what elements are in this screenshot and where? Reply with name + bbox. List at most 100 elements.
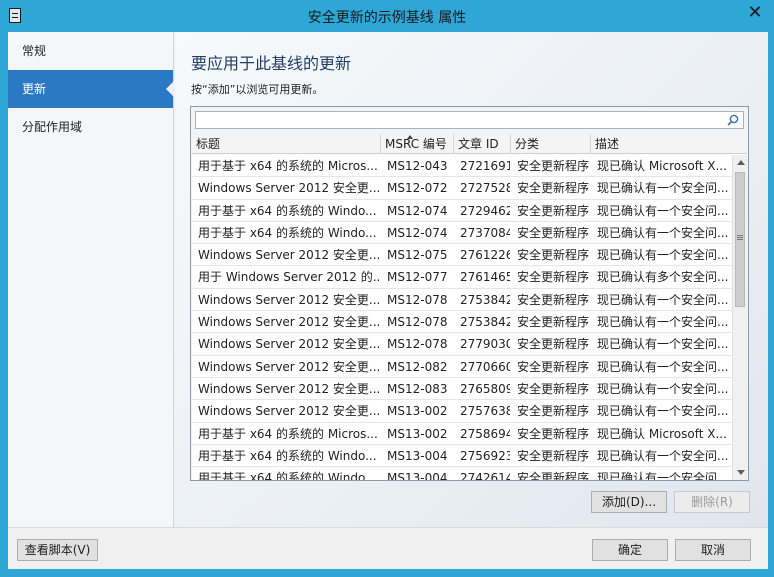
window-title: 安全更新的示例基线 属性 bbox=[307, 10, 467, 26]
cell-title: 用于基于 x64 的系统的 Windo... bbox=[198, 203, 377, 218]
cell-classification: 安全更新程序 bbox=[517, 315, 590, 330]
cell-article-id: 2761465 bbox=[460, 270, 510, 285]
cell-msrc: MS12-078 bbox=[387, 337, 448, 352]
cell-title: Windows Server 2012 安全更... bbox=[198, 248, 380, 263]
cell-title: Windows Server 2012 安全更... bbox=[198, 181, 380, 196]
cell-title: 用于基于 x64 的系统的 Windo... bbox=[198, 471, 377, 480]
cell-description: 现已确认有一个安全问... bbox=[597, 337, 729, 352]
cell-description: 现已确认有一个安全问... bbox=[597, 292, 729, 307]
cell-msrc: MS12-078 bbox=[387, 315, 448, 330]
cell-article-id: 2729462 bbox=[460, 203, 510, 218]
cell-title: Windows Server 2012 安全更... bbox=[198, 404, 380, 419]
cell-msrc: MS12-082 bbox=[387, 359, 448, 374]
table-row[interactable]: Windows Server 2012 安全更... MS13-002 275763… bbox=[192, 400, 732, 423]
updates-table: 标题 MSRC 编号 文章 ID 分类 描述 用于基于 x64 的系统的 Mic… bbox=[192, 134, 747, 480]
cell-article-id: 2753842 bbox=[460, 315, 510, 330]
cell-title: 用于基于 x64 的系统的 Windo... bbox=[198, 448, 377, 463]
cell-article-id: 2765809 bbox=[460, 381, 510, 396]
cell-article-id: 2721691 bbox=[460, 159, 510, 173]
column-header-description[interactable]: 描述 bbox=[591, 134, 747, 154]
cell-article-id: 2753842 bbox=[460, 292, 510, 307]
sidebar-item-scope[interactable]: 分配作用域 bbox=[8, 108, 173, 146]
table-row[interactable]: Windows Server 2012 安全更... MS12-078 277903… bbox=[192, 333, 732, 356]
cell-classification: 安全更新程序 bbox=[517, 471, 590, 480]
cancel-button[interactable]: 取消 bbox=[675, 539, 751, 561]
cell-msrc: MS12-074 bbox=[387, 203, 448, 218]
cell-msrc: MS12-077 bbox=[387, 270, 448, 285]
column-header-msrc[interactable]: MSRC 编号 bbox=[381, 134, 454, 154]
cell-description: 现已确认有一个安全问... bbox=[597, 359, 729, 374]
remove-button[interactable]: 删除(R) bbox=[674, 491, 750, 513]
table-row[interactable]: Windows Server 2012 安全更... MS12-078 275384… bbox=[192, 311, 732, 334]
cell-description: 现已确认有多个安全问... bbox=[597, 270, 729, 285]
search-icon[interactable] bbox=[726, 113, 740, 127]
cell-classification: 安全更新程序 bbox=[517, 292, 590, 307]
table-row[interactable]: 用于基于 x64 的系统的 Windo... MS12-074 2737084 安全更… bbox=[192, 222, 732, 245]
cell-classification: 安全更新程序 bbox=[517, 426, 590, 441]
table-row[interactable]: Windows Server 2012 安全更... MS12-083 276580… bbox=[192, 378, 732, 401]
table-row[interactable]: Windows Server 2012 安全更... MS12-082 277066… bbox=[192, 356, 732, 378]
close-button[interactable]: ✕ bbox=[736, 0, 774, 26]
cell-article-id: 2770660 bbox=[460, 359, 510, 374]
column-header-article-id[interactable]: 文章 ID bbox=[454, 134, 511, 154]
cell-classification: 安全更新程序 bbox=[517, 404, 590, 419]
cell-classification: 安全更新程序 bbox=[517, 337, 590, 352]
dialog-footer: 查看脚本(V) 确定 取消 bbox=[8, 527, 768, 569]
updates-panel: 标题 MSRC 编号 文章 ID 分类 描述 用于基于 x64 的系统的 Mic… bbox=[190, 106, 749, 481]
table-row[interactable]: 用于基于 x64 的系统的 Micros... MS12-043 2721691 安全… bbox=[192, 155, 732, 178]
view-script-button[interactable]: 查看脚本(V) bbox=[17, 539, 98, 561]
table-header: 标题 MSRC 编号 文章 ID 分类 描述 bbox=[192, 134, 747, 154]
table-row[interactable]: 用于基于 x64 的系统的 Windo... MS12-074 2729462 安全更… bbox=[192, 200, 732, 222]
ok-button[interactable]: 确定 bbox=[592, 539, 668, 561]
scroll-down-arrow-icon[interactable] bbox=[737, 470, 745, 475]
title-bar[interactable]: 安全更新的示例基线 属性 ✕ bbox=[0, 0, 774, 32]
cell-article-id: 2737084 bbox=[460, 225, 510, 240]
cell-title: 用于基于 x64 的系统的 Micros... bbox=[198, 159, 378, 173]
dialog-client: 常规 更新 分配作用域 要应用于此基线的更新 按“添加”以浏览可用更新。 标题 … bbox=[8, 32, 768, 569]
sidebar-item-label: 更新 bbox=[22, 82, 47, 96]
cell-article-id: 2758694 bbox=[460, 426, 510, 441]
search-input[interactable] bbox=[195, 111, 744, 129]
table-row[interactable]: 用于 Windows Server 2012 的... MS12-077 27614… bbox=[192, 266, 732, 289]
dialog-frame: 安全更新的示例基线 属性 ✕ 常规 更新 分配作用域 要应用于此基线的更新 按“… bbox=[0, 0, 774, 577]
cell-title: Windows Server 2012 安全更... bbox=[198, 292, 380, 307]
column-header-label: MSRC 编号 bbox=[385, 137, 447, 151]
vertical-scrollbar[interactable] bbox=[732, 155, 747, 480]
scroll-up-arrow-icon[interactable] bbox=[737, 160, 745, 165]
cell-classification: 安全更新程序 bbox=[517, 359, 590, 374]
cell-description: 现已确认有一个安全问... bbox=[597, 381, 729, 396]
cell-article-id: 2756923 bbox=[460, 448, 510, 463]
cell-article-id: 2779030 bbox=[460, 337, 510, 352]
column-header-classification[interactable]: 分类 bbox=[511, 134, 591, 154]
cell-title: Windows Server 2012 安全更... bbox=[198, 359, 380, 374]
add-button[interactable]: 添加(D)... bbox=[591, 491, 667, 513]
sort-ascending-icon bbox=[407, 135, 413, 139]
cell-description: 现已确认有一个安全问... bbox=[597, 404, 729, 419]
cell-description: 现已确认有一个安全问... bbox=[597, 225, 729, 240]
cell-msrc: MS13-002 bbox=[387, 404, 448, 419]
cell-classification: 安全更新程序 bbox=[517, 159, 590, 173]
cell-description: 现已确认有一个安全问... bbox=[597, 448, 729, 463]
cell-title: Windows Server 2012 安全更... bbox=[198, 315, 380, 330]
table-row[interactable]: 用于基于 x64 的系统的 Micros... MS13-002 2758694 安全… bbox=[192, 423, 732, 445]
cell-msrc: MS13-004 bbox=[387, 448, 448, 463]
cell-description: 现已确认有一个安全问... bbox=[597, 248, 729, 263]
sidebar-item-general[interactable]: 常规 bbox=[8, 32, 173, 70]
cell-title: 用于基于 x64 的系统的 Windo... bbox=[198, 225, 377, 240]
cell-article-id: 2757638 bbox=[460, 404, 510, 419]
table-row[interactable]: 用于基于 x64 的系统的 Windo... MS13-004 2756923 安全更… bbox=[192, 445, 732, 468]
cell-article-id: 2742614 bbox=[460, 471, 510, 480]
scrollbar-thumb[interactable] bbox=[735, 172, 745, 307]
cell-msrc: MS12-043 bbox=[387, 159, 448, 173]
column-header-title[interactable]: 标题 bbox=[192, 134, 381, 154]
table-row[interactable]: Windows Server 2012 安全更... MS12-072 272752… bbox=[192, 177, 732, 200]
selection-pointer-icon bbox=[166, 81, 174, 97]
grip-icon bbox=[737, 235, 743, 236]
table-row[interactable]: Windows Server 2012 安全更... MS12-075 276122… bbox=[192, 244, 732, 267]
cell-article-id: 2727528 bbox=[460, 181, 510, 196]
table-row[interactable]: 用于基于 x64 的系统的 Windo... MS13-004 2742614 安全更… bbox=[192, 467, 732, 480]
instruction-text: 按“添加”以浏览可用更新。 bbox=[191, 83, 324, 96]
sidebar-item-updates[interactable]: 更新 bbox=[8, 70, 174, 108]
cell-msrc: MS13-004 bbox=[387, 471, 448, 480]
table-row[interactable]: Windows Server 2012 安全更... MS12-078 275384… bbox=[192, 289, 732, 312]
